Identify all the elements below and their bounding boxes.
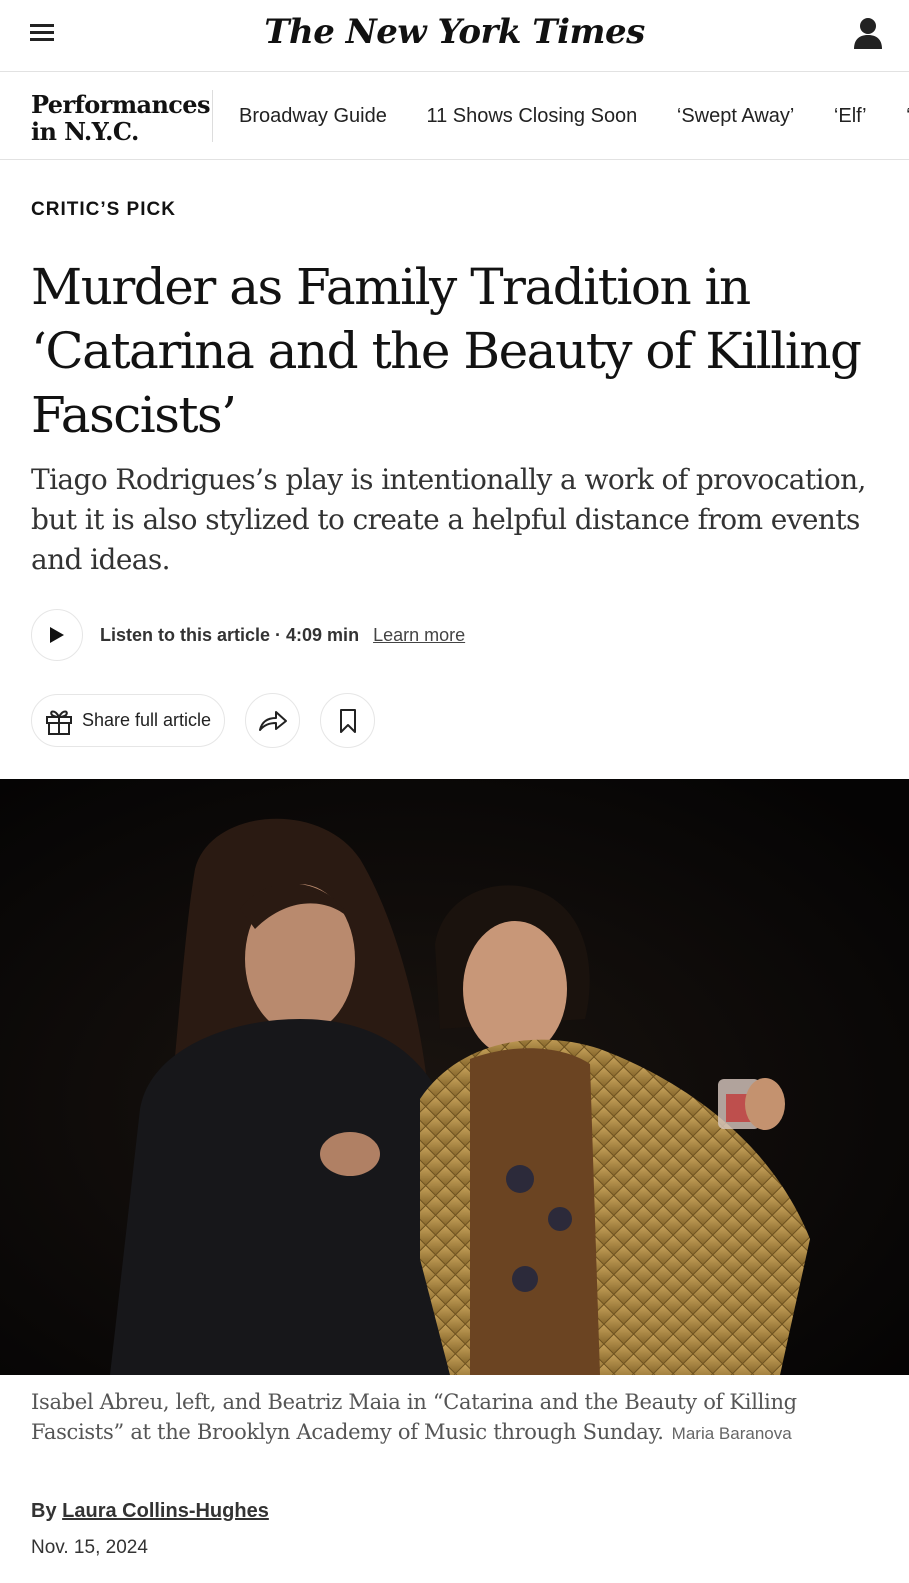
masthead: The New York Times — [0, 0, 909, 72]
share-full-article-button[interactable]: Share full article — [31, 694, 226, 747]
nav-link-shows-closing[interactable]: 11 Shows Closing Soon — [426, 105, 637, 127]
section-nav: Performances in N.Y.C. Broadway Guide 11… — [0, 72, 909, 160]
play-icon — [50, 627, 64, 643]
bookmark-icon — [339, 708, 356, 733]
article-photo — [0, 779, 909, 1375]
article-headline: Murder as Family Tradition in ‘Catarina … — [31, 258, 862, 444]
listen-audio-row: Listen to this article · 4:09 min Learn … — [31, 609, 465, 661]
photo-credit: Maria Baranova — [671, 1424, 792, 1443]
nav-link-elf[interactable]: ‘Elf’ — [834, 105, 867, 127]
user-account-icon[interactable] — [853, 16, 883, 50]
share-full-article-label: Share full article — [82, 710, 212, 730]
byline: By Laura Collins-Hughes — [31, 1500, 269, 1523]
publish-date: Nov. 15, 2024 — [31, 1537, 148, 1558]
byline-prefix: By — [31, 1500, 57, 1522]
section-title[interactable]: Performances in N.Y.C. — [31, 90, 210, 146]
share-arrow-icon — [258, 710, 287, 731]
share-button[interactable] — [245, 693, 301, 748]
nav-link-swept-away[interactable]: ‘Swept Away’ — [677, 105, 794, 127]
play-audio-button[interactable] — [31, 609, 83, 661]
section-title-text: Performances in N.Y.C. — [31, 90, 210, 146]
nav-link-broadway-guide[interactable]: Broadway Guide — [239, 105, 387, 127]
article-summary: Tiago Rodrigues’s play is intentionally … — [31, 463, 866, 576]
save-bookmark-button[interactable] — [320, 693, 376, 748]
listen-label: Listen to this article · 4:09 min — [100, 624, 360, 645]
gift-icon — [46, 710, 72, 735]
section-divider — [212, 90, 213, 142]
section-nav-links: Broadway Guide 11 Shows Closing Soon ‘Sw… — [239, 105, 909, 128]
author-link[interactable]: Laura Collins-Hughes — [62, 1500, 269, 1522]
share-tools: Share full article — [31, 693, 376, 748]
learn-more-link[interactable]: Learn more — [373, 625, 465, 646]
critics-pick-kicker: CRITIC’S PICK — [31, 199, 176, 220]
nyt-logo[interactable]: The New York Times — [0, 12, 909, 52]
photo-caption: Isabel Abreu, left, and Beatriz Maia in … — [31, 1387, 891, 1449]
